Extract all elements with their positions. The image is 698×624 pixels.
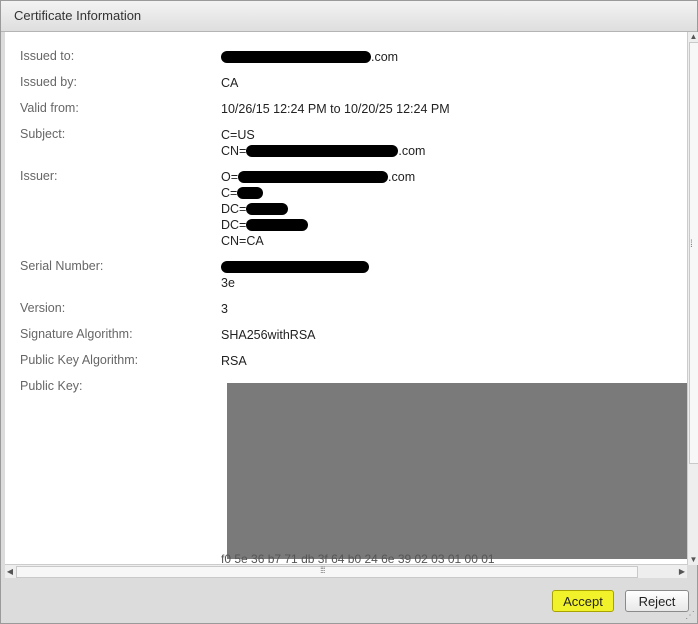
field-value: C=US CN= .com [221, 127, 425, 159]
field-label: Issued to: [20, 49, 75, 63]
field-label: Subject: [20, 127, 66, 141]
value-text: 10/26/15 12:24 PM to 10/20/25 12:24 PM [221, 102, 450, 116]
value-text: CN=CA [221, 234, 264, 248]
redacted-text [246, 219, 309, 231]
value-text: .com [398, 144, 426, 158]
field-value: CA [221, 75, 238, 91]
value-text: C=US [221, 128, 255, 142]
redacted-text [221, 261, 369, 273]
value-text: SHA256withRSA [221, 328, 316, 342]
redacted-text [238, 171, 389, 183]
redacted-text [246, 203, 289, 215]
field-label: Valid from: [20, 101, 79, 115]
field-value: SHA256withRSA [221, 327, 316, 343]
scroll-right-icon[interactable]: ▶ [677, 566, 687, 577]
dialog-titlebar[interactable]: Certificate Information [1, 1, 697, 32]
reject-button[interactable]: Reject [625, 590, 689, 612]
scroll-left-icon[interactable]: ◀ [5, 566, 15, 577]
value-prefix: CN= [221, 144, 247, 158]
field-label: Signature Algorithm: [20, 327, 133, 341]
field-label: Issued by: [20, 75, 77, 89]
field-label: Serial Number: [20, 259, 104, 273]
resize-grip-icon[interactable]: ⋰ [685, 610, 695, 621]
scroll-down-icon[interactable]: ▼ [689, 555, 698, 565]
field-value: O= .com C= DC= DC= CN=CA [221, 169, 415, 249]
field-label: Version: [20, 301, 66, 315]
value-text: 3e [221, 276, 235, 290]
field-value-line: DC= [221, 217, 415, 233]
field-value: 3 [221, 301, 228, 317]
field-value-line: C=US [221, 127, 425, 143]
certificate-dialog: Certificate Information Public Key: Publi… [0, 0, 698, 624]
redacted-text [237, 187, 264, 199]
value-prefix: DC= [221, 202, 247, 216]
field-value-line: 10/26/15 12:24 PM to 10/20/25 12:24 PM [221, 101, 450, 117]
dialog-footer: Accept Reject ⋰ [1, 579, 697, 623]
vertical-scrollbar[interactable]: ▲ ⁞ ▼ [687, 32, 698, 565]
field-label: Issuer: [20, 169, 58, 183]
value-text: .com [371, 50, 399, 64]
field-value-line: DC= [221, 201, 415, 217]
field-value: 10/26/15 12:24 PM to 10/20/25 12:24 PM [221, 101, 450, 117]
field-value-line: O= .com [221, 169, 415, 185]
value-prefix: C= [221, 186, 238, 200]
field-value: RSA [221, 353, 247, 369]
value-text: RSA [221, 354, 247, 368]
field-value-line: CA [221, 75, 238, 91]
field-label: Public Key Algorithm: [20, 353, 139, 367]
value-prefix: O= [221, 170, 239, 184]
field-value-line: 3e [221, 275, 369, 291]
horizontal-scrollbar[interactable]: ◀ ⁞⁞⁞ ▶ [5, 564, 687, 578]
field-value: .com [221, 49, 398, 65]
dialog-title: Certificate Information [14, 8, 142, 23]
vertical-scroll-thumb[interactable] [689, 42, 698, 464]
field-value: 3e [221, 259, 369, 291]
field-value-line: 3 [221, 301, 228, 317]
field-value-line: CN=CA [221, 233, 415, 249]
field-value-line: .com [221, 49, 398, 65]
value-text: CA [221, 76, 239, 90]
certificate-details: Public Key: Public Key Algorithm: RSA Signa… [5, 32, 687, 564]
value-text: 3 [221, 302, 228, 316]
redacted-text [221, 51, 371, 63]
redacted-text [246, 145, 399, 157]
value-prefix: DC= [221, 218, 247, 232]
field-value-line: SHA256withRSA [221, 327, 316, 343]
field-value-line: C= [221, 185, 415, 201]
horizontal-scroll-thumb[interactable] [16, 566, 638, 578]
value-text: .com [388, 170, 416, 184]
accept-button[interactable]: Accept [552, 590, 614, 612]
field-label: Public Key: [20, 379, 83, 393]
grip-icon: ⁞⁞⁞ [320, 565, 325, 575]
field-value-line [221, 259, 369, 275]
scroll-up-icon[interactable]: ▲ [689, 32, 698, 42]
field-value-line: CN= .com [221, 143, 425, 159]
grip-icon: ⁞ [690, 239, 693, 250]
public-key-redacted-block [227, 383, 687, 559]
field-value-line: RSA [221, 353, 247, 369]
public-key-last-line: f0 5e 36 b7 71 db 3f 64 b0 24 6e 39 02 0… [221, 552, 495, 564]
